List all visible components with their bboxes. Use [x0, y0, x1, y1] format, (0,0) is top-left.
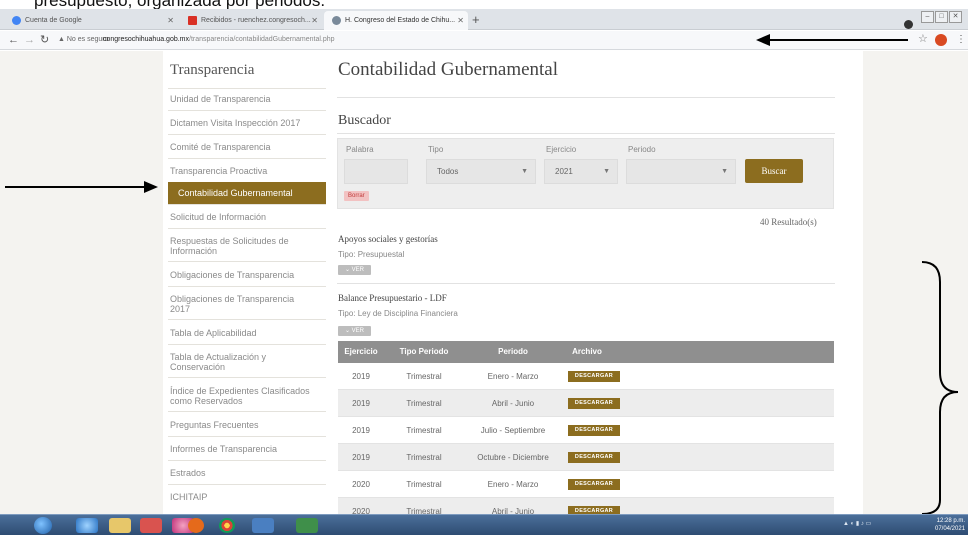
clock-date: 07/04/2021 — [935, 526, 966, 532]
internet-explorer-icon[interactable] — [76, 518, 98, 533]
excel-icon[interactable] — [296, 518, 318, 533]
clock-time: 12:28 p.m. — [936, 518, 965, 524]
brace-around-table — [921, 261, 959, 515]
arrow-to-address-bar — [756, 34, 908, 46]
word-icon[interactable] — [252, 518, 274, 533]
arrow-to-sidebar-item — [5, 181, 158, 193]
media-player-icon[interactable] — [140, 518, 162, 533]
screenshot-root: presupuesto, organizada por periodos. Cu… — [0, 0, 968, 535]
start-button-icon[interactable] — [34, 517, 52, 534]
annotation-overlay — [5, 34, 959, 515]
system-tray[interactable]: ▲ ◐ ▮ ♪ ▭ — [843, 520, 871, 527]
firefox-icon[interactable] — [188, 518, 204, 533]
chrome-icon[interactable] — [219, 518, 235, 533]
folder-icon[interactable] — [109, 518, 131, 533]
taskbar-clock[interactable]: 12:28 p.m. 07/04/2021 — [935, 517, 965, 533]
windows-taskbar: ▲ ◐ ▮ ♪ ▭ 12:28 p.m. 07/04/2021 — [0, 514, 968, 535]
